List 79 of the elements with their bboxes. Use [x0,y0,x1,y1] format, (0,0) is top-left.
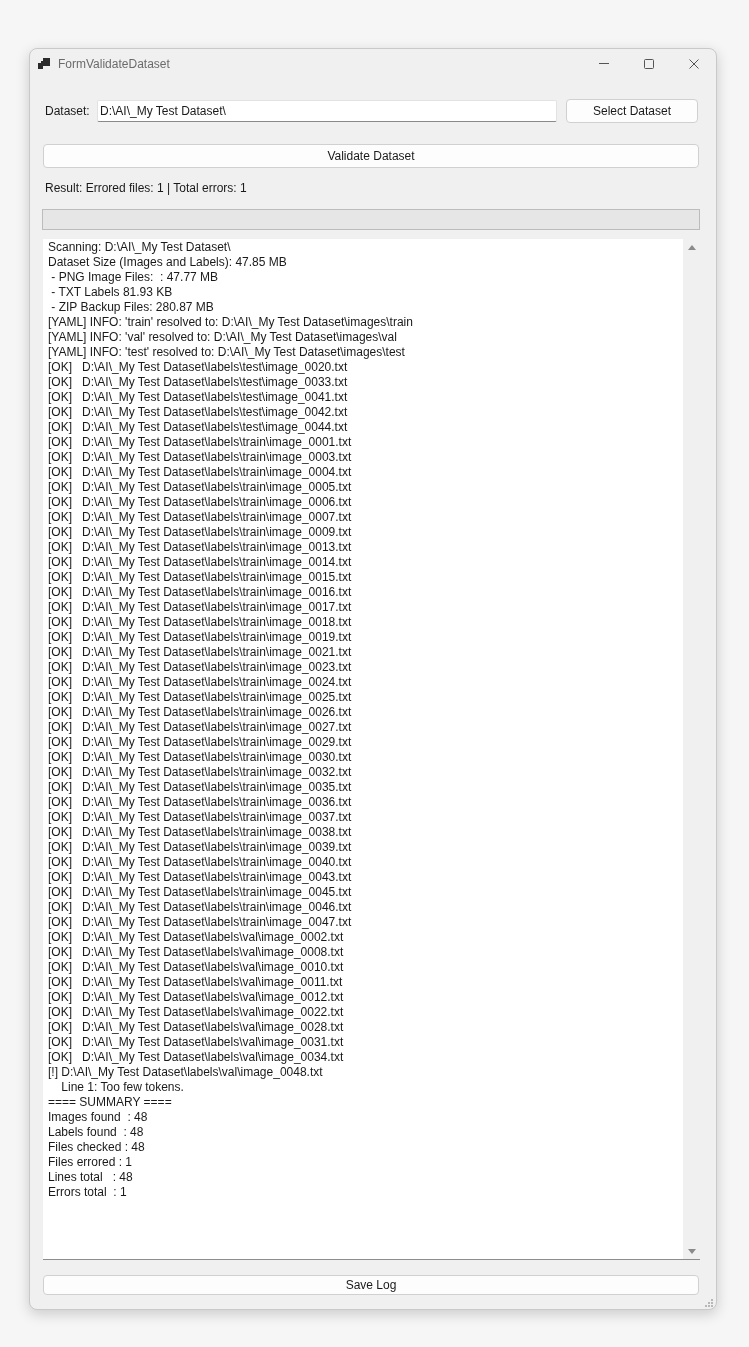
log-line: [YAML] INFO: 'val' resolved to: D:\AI\_My Test Dataset\images\val [48,330,397,345]
log-line: [!] D:\AI\_My Test Dataset\labels\val\image_0048.txt [48,1065,323,1080]
close-icon [688,58,699,69]
log-line: [OK] D:\AI\_My Test Dataset\labels\train\image_0040.txt [48,855,352,870]
log-line: [YAML] INFO: 'train' resolved to: D:\AI\_My Test Dataset\images\train [48,315,413,330]
log-line: [YAML] INFO: 'test' resolved to: D:\AI\_My Test Dataset\images\test [48,345,405,360]
log-line: [OK] D:\AI\_My Test Dataset\labels\val\image_0012.txt [48,990,344,1005]
log-line: [OK] D:\AI\_My Test Dataset\labels\train\image_0043.txt [48,870,352,885]
log-line: ==== SUMMARY ==== [48,1095,172,1110]
log-line: - ZIP Backup Files: 280.87 MB [50,300,214,315]
log-line: [OK] D:\AI\_My Test Dataset\labels\train\image_0014.txt [48,555,352,570]
log-line: [OK] D:\AI\_My Test Dataset\labels\train\image_0027.txt [48,720,352,735]
log-line: Dataset Size (Images and Labels): 47.85 MB [48,255,287,270]
log-line: [OK] D:\AI\_My Test Dataset\labels\train\image_0001.txt [48,435,352,450]
log-line: [OK] D:\AI\_My Test Dataset\labels\train\image_0046.txt [48,900,352,915]
minimize-icon [598,63,609,64]
log-line: [OK] D:\AI\_My Test Dataset\labels\train\image_0016.txt [48,585,352,600]
log-line: [OK] D:\AI\_My Test Dataset\labels\train\image_0021.txt [48,645,352,660]
log-line: [OK] D:\AI\_My Test Dataset\labels\train\image_0017.txt [48,600,352,615]
log-line: [OK] D:\AI\_My Test Dataset\labels\train\image_0006.txt [48,495,352,510]
log-line: [OK] D:\AI\_My Test Dataset\labels\train\image_0029.txt [48,735,352,750]
log-line: [OK] D:\AI\_My Test Dataset\labels\val\image_0011.txt [48,975,343,990]
log-line: [OK] D:\AI\_My Test Dataset\labels\train\image_0025.txt [48,690,352,705]
log-line: Images found : 48 [48,1110,148,1125]
log-line: [OK] D:\AI\_My Test Dataset\labels\train\image_0007.txt [48,510,352,525]
dataset-path-field[interactable]: D:\AI\_My Test Dataset\ [97,100,557,122]
log-line: [OK] D:\AI\_My Test Dataset\labels\train\image_0038.txt [48,825,352,840]
log-text-area[interactable] [43,239,700,1260]
log-line: [OK] D:\AI\_My Test Dataset\labels\train\image_0035.txt [48,780,352,795]
log-line: [OK] D:\AI\_My Test Dataset\labels\val\image_0010.txt [48,960,344,975]
dataset-label: Dataset: [45,104,91,118]
log-line: - TXT Labels 81.93 KB [50,285,173,300]
select-dataset-button[interactable]: Select Dataset [566,99,698,123]
log-line: [OK] D:\AI\_My Test Dataset\labels\val\image_0031.txt [48,1035,344,1050]
log-line: [OK] D:\AI\_My Test Dataset\labels\train\image_0009.txt [48,525,352,540]
log-line: [OK] D:\AI\_My Test Dataset\labels\val\image_0008.txt [48,945,344,960]
validate-dataset-button[interactable]: Validate Dataset [43,144,699,168]
resize-grip-icon[interactable] [705,1299,713,1307]
log-line: [OK] D:\AI\_My Test Dataset\labels\val\image_0002.txt [48,930,344,945]
log-line: [OK] D:\AI\_My Test Dataset\labels\train\image_0003.txt [48,450,352,465]
log-line: [OK] D:\AI\_My Test Dataset\labels\test\image_0020.txt [48,360,348,375]
log-line: [OK] D:\AI\_My Test Dataset\labels\test\image_0033.txt [48,375,348,390]
log-line: [OK] D:\AI\_My Test Dataset\labels\train\image_0037.txt [48,810,352,825]
log-line: Line 1: Too few tokens. [60,1080,184,1095]
log-line: [OK] D:\AI\_My Test Dataset\labels\test\image_0042.txt [48,405,348,420]
save-log-button[interactable]: Save Log [43,1275,699,1295]
log-line: [OK] D:\AI\_My Test Dataset\labels\train\image_0039.txt [48,840,352,855]
result-text: Result: Errored files: 1 | Total errors: 1 [45,181,247,196]
log-line: [OK] D:\AI\_My Test Dataset\labels\test\image_0041.txt [48,390,348,405]
log-line: Scanning: D:\AI\_My Test Dataset\ [48,240,231,255]
log-line: Files errored : 1 [48,1155,133,1170]
log-line: Files checked : 48 [48,1140,145,1155]
log-line: [OK] D:\AI\_My Test Dataset\labels\val\image_0028.txt [48,1020,344,1035]
app-icon [38,58,50,69]
scroll-up-arrow-icon[interactable] [687,245,696,250]
log-line: [OK] D:\AI\_My Test Dataset\labels\train\image_0018.txt [48,615,352,630]
log-line: Errors total : 1 [48,1185,127,1200]
log-line: [OK] D:\AI\_My Test Dataset\labels\train\image_0019.txt [48,630,352,645]
log-line: [OK] D:\AI\_My Test Dataset\labels\val\image_0022.txt [48,1005,344,1020]
log-line: [OK] D:\AI\_My Test Dataset\labels\val\image_0034.txt [48,1050,344,1065]
log-line: [OK] D:\AI\_My Test Dataset\labels\train\image_0015.txt [48,570,352,585]
log-line: [OK] D:\AI\_My Test Dataset\labels\train\image_0032.txt [48,765,352,780]
log-line: [OK] D:\AI\_My Test Dataset\labels\train\image_0026.txt [48,705,352,720]
log-line: [OK] D:\AI\_My Test Dataset\labels\train\image_0023.txt [48,660,352,675]
log-line: - PNG Image Files: : 47.77 MB [50,270,219,285]
log-line: Labels found : 48 [48,1125,144,1140]
log-line: [OK] D:\AI\_My Test Dataset\labels\train\image_0030.txt [48,750,352,765]
scroll-down-arrow-icon[interactable] [687,1249,696,1254]
maximize-icon [643,58,654,69]
log-line: Lines total : 48 [48,1170,133,1185]
log-line: [OK] D:\AI\_My Test Dataset\labels\train\image_0013.txt [48,540,352,555]
log-line: [OK] D:\AI\_My Test Dataset\labels\train\image_0004.txt [48,465,352,480]
log-line: [OK] D:\AI\_My Test Dataset\labels\train\image_0045.txt [48,885,352,900]
log-line: [OK] D:\AI\_My Test Dataset\labels\test\image_0044.txt [48,420,348,435]
log-line: [OK] D:\AI\_My Test Dataset\labels\train\image_0024.txt [48,675,352,690]
window-title: FormValidateDataset [58,56,170,71]
log-line: [OK] D:\AI\_My Test Dataset\labels\train\image_0005.txt [48,480,352,495]
log-line: [OK] D:\AI\_My Test Dataset\labels\train\image_0036.txt [48,795,352,810]
log-line: [OK] D:\AI\_My Test Dataset\labels\train\image_0047.txt [48,915,352,930]
